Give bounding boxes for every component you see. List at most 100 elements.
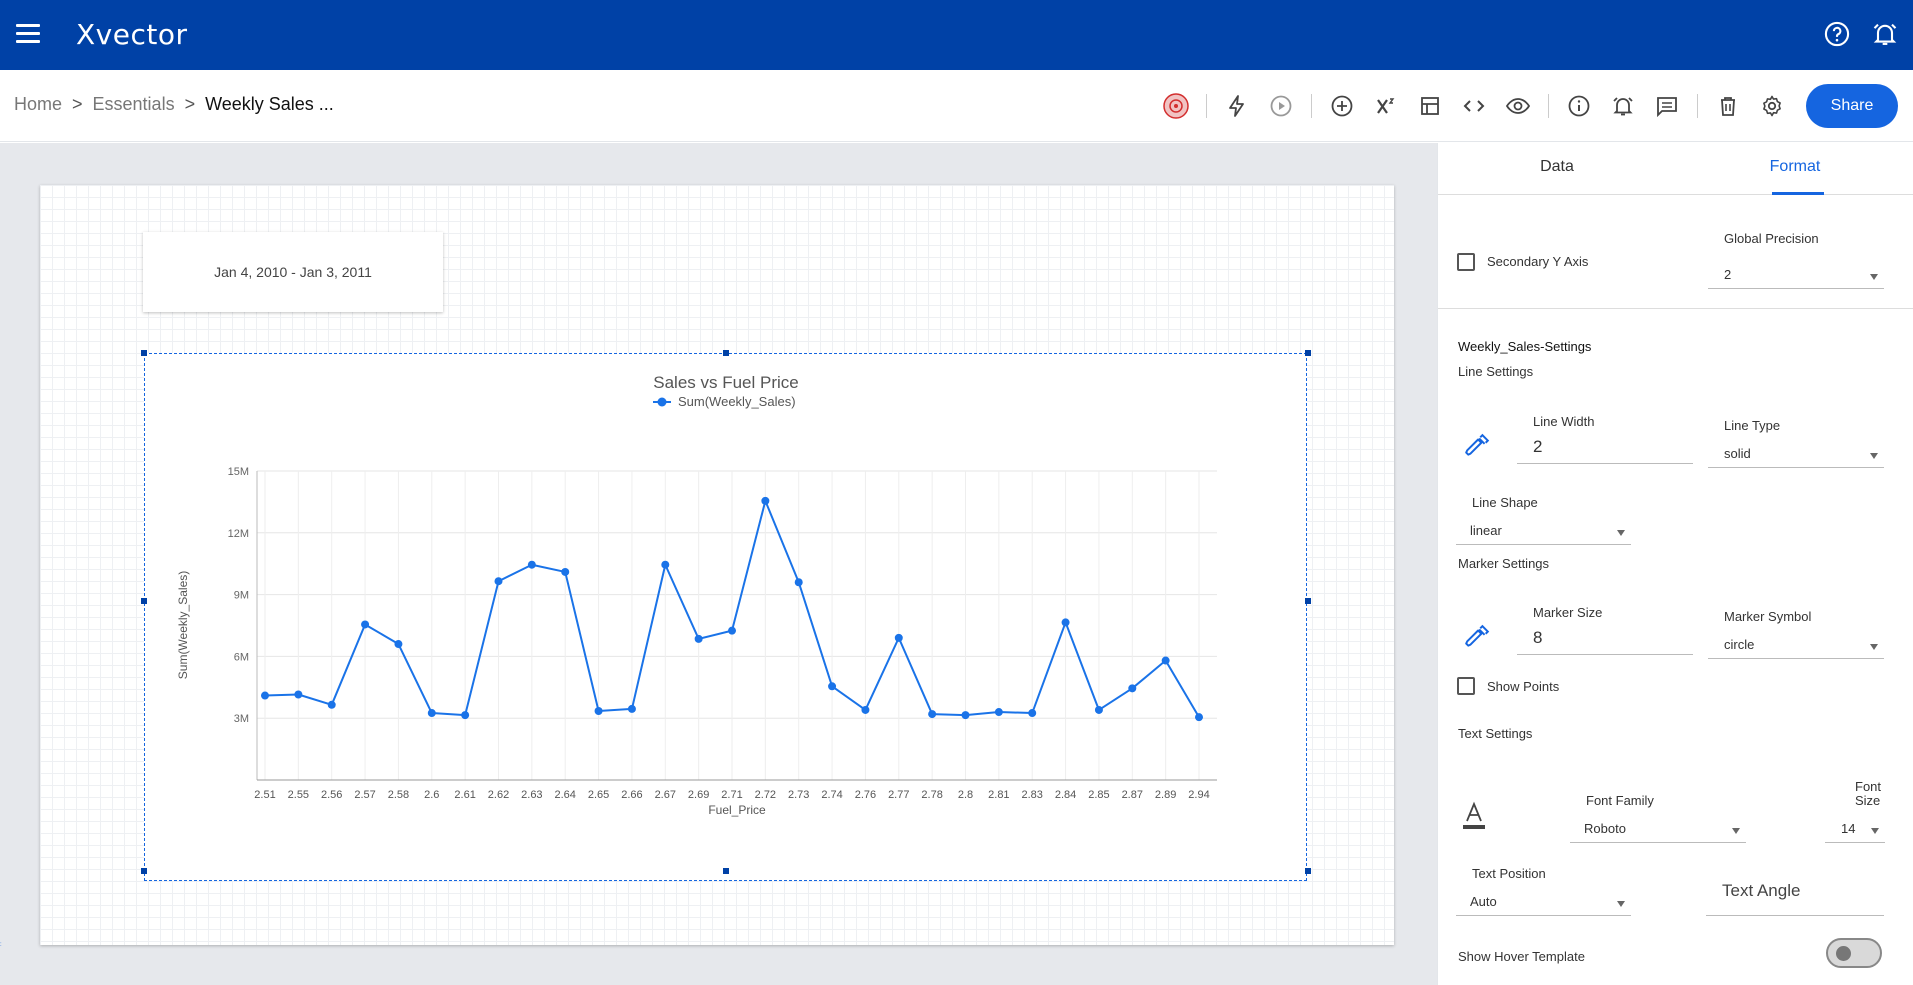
global-precision-select[interactable]: Global Precision 2 bbox=[1708, 231, 1884, 289]
resize-handle[interactable] bbox=[141, 598, 147, 604]
data-point bbox=[828, 682, 837, 691]
text-position-value: Auto bbox=[1470, 894, 1497, 909]
line-type-value: solid bbox=[1724, 446, 1751, 461]
info-icon[interactable] bbox=[1565, 92, 1593, 120]
resize-handle[interactable] bbox=[1305, 598, 1311, 604]
x-tick-label: 2.77 bbox=[888, 789, 909, 801]
line-type-select[interactable]: Line Type solid bbox=[1708, 418, 1884, 468]
x-tick-label: 2.85 bbox=[1088, 789, 1109, 801]
divider bbox=[1438, 308, 1913, 309]
alert-bell-icon[interactable] bbox=[1609, 92, 1637, 120]
line-width-input[interactable]: Line Width 2 bbox=[1517, 414, 1693, 464]
resize-handle[interactable] bbox=[141, 350, 147, 356]
data-point bbox=[427, 709, 436, 718]
data-point bbox=[561, 567, 570, 576]
line-shape-select[interactable]: Line Shape linear bbox=[1456, 495, 1631, 545]
breadcrumb-essentials[interactable]: Essentials bbox=[93, 94, 175, 115]
toolbar: Home > Essentials > Weekly Sales ... bbox=[0, 70, 1913, 142]
x-tick-label: 2.81 bbox=[988, 789, 1009, 801]
app-logo[interactable]: Xvector bbox=[76, 18, 188, 51]
text-color-icon[interactable] bbox=[1461, 801, 1487, 831]
text-settings-heading: Text Settings bbox=[1458, 726, 1533, 741]
x-tick-label: 2.89 bbox=[1155, 789, 1176, 801]
lightning-icon[interactable] bbox=[1223, 92, 1251, 120]
x-tick-label: 2.56 bbox=[321, 789, 342, 801]
marker-symbol-select[interactable]: Marker Symbol circle bbox=[1708, 609, 1884, 659]
marker-size-value: 8 bbox=[1533, 628, 1543, 647]
data-point bbox=[494, 577, 503, 586]
data-point bbox=[527, 560, 536, 569]
line-type-label: Line Type bbox=[1724, 418, 1781, 433]
data-point bbox=[394, 640, 403, 649]
x-tick-label: 2.94 bbox=[1188, 789, 1209, 801]
breadcrumb-separator: > bbox=[184, 94, 196, 114]
data-point bbox=[1161, 656, 1170, 665]
x-tick-label: 2.73 bbox=[788, 789, 809, 801]
show-points-checkbox[interactable] bbox=[1457, 677, 1475, 695]
model-status-icon[interactable] bbox=[1162, 92, 1190, 120]
marker-size-input[interactable]: Marker Size 8 bbox=[1517, 605, 1693, 655]
resize-handle[interactable] bbox=[1305, 350, 1311, 356]
x-tick-label: 2.76 bbox=[855, 789, 876, 801]
x-tick-label: 2.74 bbox=[821, 789, 842, 801]
resize-handle[interactable] bbox=[723, 350, 729, 356]
y-axis-label: Sum(Weekly_Sales) bbox=[176, 571, 190, 679]
show-points-label: Show Points bbox=[1487, 679, 1560, 694]
data-point bbox=[794, 578, 803, 587]
data-point bbox=[961, 711, 970, 720]
line-shape-value: linear bbox=[1470, 523, 1502, 538]
formula-icon[interactable] bbox=[1372, 92, 1400, 120]
x-tick-label: 2.67 bbox=[655, 789, 676, 801]
dropdown-arrow-icon bbox=[1732, 828, 1740, 834]
toolbar-divider bbox=[1206, 94, 1207, 118]
text-position-select[interactable]: Text Position Auto bbox=[1456, 866, 1631, 916]
dashboard-sheet: Jan 4, 2010 - Jan 3, 2011 3M 6M 9M 12M 15M 2.… bbox=[40, 185, 1394, 945]
play-icon[interactable] bbox=[1267, 92, 1295, 120]
marker-color-picker-icon[interactable] bbox=[1464, 624, 1490, 650]
secondary-y-axis-checkbox[interactable] bbox=[1457, 253, 1475, 271]
x-tick-label: 2.78 bbox=[921, 789, 942, 801]
show-hover-template-toggle[interactable] bbox=[1826, 938, 1882, 968]
settings-gear-icon[interactable] bbox=[1758, 92, 1786, 120]
add-icon[interactable] bbox=[1328, 92, 1356, 120]
date-range-card[interactable]: Jan 4, 2010 - Jan 3, 2011 bbox=[143, 232, 443, 312]
menu-icon[interactable] bbox=[16, 24, 40, 44]
font-size-select[interactable]: Font Size 14 bbox=[1825, 779, 1885, 843]
resize-handle[interactable] bbox=[1305, 868, 1311, 874]
data-point bbox=[761, 496, 770, 505]
share-button[interactable]: Share bbox=[1806, 84, 1898, 128]
x-tick-label: 2.62 bbox=[488, 789, 509, 801]
data-point bbox=[261, 691, 269, 700]
line-color-picker-icon[interactable] bbox=[1464, 433, 1490, 459]
panel-tabs: Data Format bbox=[1438, 143, 1913, 195]
chart-widget[interactable]: 3M 6M 9M 12M 15M 2.51 2.55 2.56 2.57 2.58 2.6 2.61 2… bbox=[144, 353, 1307, 881]
data-point bbox=[361, 620, 370, 629]
marker-size-label: Marker Size bbox=[1533, 605, 1603, 620]
format-panel: Data Format Secondary Y Axis Global Prec… bbox=[1437, 143, 1913, 985]
layout-icon[interactable] bbox=[1416, 92, 1444, 120]
breadcrumb-separator: > bbox=[72, 94, 83, 114]
y-tick-label: 12M bbox=[228, 528, 249, 540]
data-point bbox=[594, 706, 603, 715]
alarm-bell-icon[interactable] bbox=[1871, 20, 1899, 48]
tab-data[interactable]: Data bbox=[1438, 143, 1676, 194]
chart-title: Sales vs Fuel Price bbox=[653, 373, 799, 392]
delete-icon[interactable] bbox=[1714, 92, 1742, 120]
help-icon[interactable] bbox=[1823, 20, 1851, 48]
data-point bbox=[1195, 713, 1203, 722]
x-tick-label: 2.61 bbox=[454, 789, 475, 801]
breadcrumb-home[interactable]: Home bbox=[14, 94, 62, 115]
breadcrumb-current: Weekly Sales ... bbox=[205, 94, 334, 114]
comment-icon[interactable] bbox=[1653, 92, 1681, 120]
preview-eye-icon[interactable] bbox=[1504, 92, 1532, 120]
font-family-value: Roboto bbox=[1584, 821, 1626, 836]
tab-format[interactable]: Format bbox=[1676, 143, 1913, 194]
dropdown-arrow-icon bbox=[1617, 901, 1625, 907]
resize-handle[interactable] bbox=[723, 868, 729, 874]
text-angle-input[interactable]: Text Angle bbox=[1706, 880, 1884, 916]
x-axis-label: Fuel_Price bbox=[708, 803, 766, 817]
code-icon[interactable] bbox=[1460, 92, 1488, 120]
font-family-select[interactable]: Font Family Roboto bbox=[1570, 793, 1746, 843]
resize-handle[interactable] bbox=[141, 868, 147, 874]
canvas-marker: : bbox=[0, 942, 2, 948]
